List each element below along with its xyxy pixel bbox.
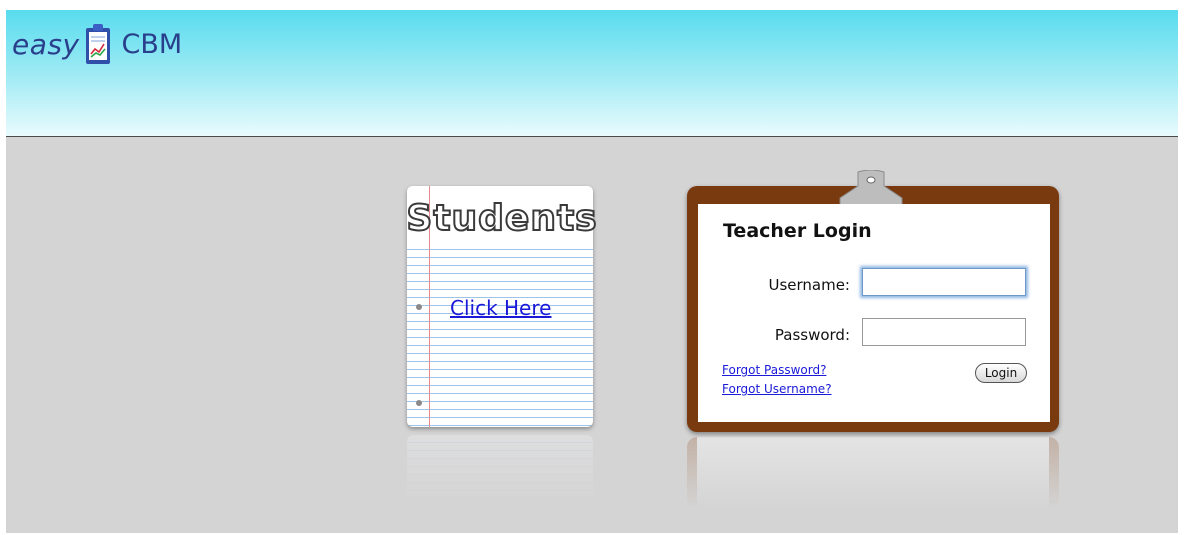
clipboard-reflection (687, 437, 1059, 509)
username-label: Username: (768, 276, 850, 294)
clipboard-clip-icon (839, 170, 903, 207)
notepad-reflection (407, 435, 593, 505)
logo-text-easy: easy (12, 27, 80, 61)
page-frame: easy CBM Students Click Here Teacher Log (6, 10, 1178, 533)
teacher-login-title: Teacher Login (723, 220, 872, 242)
students-click-here-link[interactable]: Click Here (450, 296, 551, 320)
password-input[interactable] (862, 318, 1026, 346)
login-button[interactable]: Login (975, 363, 1027, 383)
forgot-username-link[interactable]: Forgot Username? (722, 382, 832, 396)
students-title: Students (405, 197, 598, 240)
notepad-hole-icon (416, 400, 422, 406)
easycbm-logo[interactable]: easy CBM (12, 18, 182, 70)
notepad-hole-icon (416, 304, 422, 310)
password-label: Password: (774, 326, 850, 344)
clipboard-chart-icon (85, 24, 110, 64)
header-banner: easy CBM (6, 10, 1178, 137)
forgot-password-link[interactable]: Forgot Password? (722, 363, 826, 377)
username-input[interactable] (862, 268, 1026, 296)
logo-text-cbm: CBM (121, 28, 183, 60)
